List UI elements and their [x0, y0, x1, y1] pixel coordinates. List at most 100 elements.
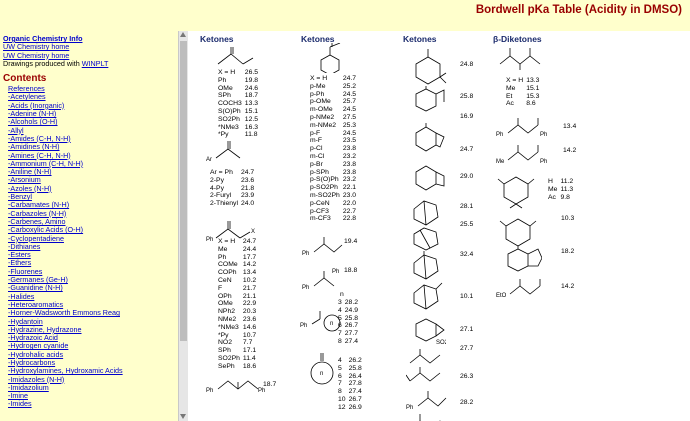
row-label: NPh2 — [218, 308, 236, 316]
pka-value: 24.7 — [342, 75, 357, 82]
row-label: *NMe3 — [218, 123, 239, 131]
contents-list-item: -Azoles (N-H) — [8, 184, 178, 193]
row-label: Ac — [506, 100, 514, 108]
table-row: p-Ph 24.5 — [310, 91, 359, 99]
row-label: p-CF3 — [310, 207, 329, 215]
row-label: 4 — [338, 306, 342, 314]
row-label: NO2 — [218, 339, 232, 347]
col2-n-label: n — [340, 291, 344, 298]
table-row: Me 15.1 — [506, 85, 542, 93]
row-label: p-Ph — [310, 90, 325, 98]
col1-table-2: Ar = Ph 24.7 2-Py 23.6 4-Py 21.8 2-Furyl 23.9 2-… — [210, 169, 257, 208]
table-row: COPh 13.4 — [218, 269, 259, 277]
row-label: p-Me — [310, 82, 326, 90]
col2-value-2: 18.8 — [344, 267, 358, 274]
scroll-up-icon[interactable] — [180, 32, 186, 37]
bicyclooctanone-structure-icon — [413, 227, 439, 251]
row-label: Me — [218, 245, 228, 253]
pka-value: 18.7 — [244, 92, 259, 100]
column-heading-ketones-2: Ketones — [301, 34, 335, 44]
row-label: OMe — [218, 300, 233, 308]
pka-value: 23.2 — [342, 152, 357, 160]
table-row: p-Me 25.2 — [310, 83, 359, 91]
contents-heading: Contents — [3, 73, 47, 85]
table-row: p-OMe 25.7 — [310, 98, 359, 106]
row-label: COMe — [218, 261, 238, 269]
sidebar-scrollbar[interactable] — [178, 31, 188, 421]
row-label: m-OMe — [310, 106, 333, 114]
col2-value-1: 19.4 — [344, 238, 358, 245]
pka-value: 7.7 — [242, 339, 253, 347]
col3-pka-value: 28.1 — [460, 203, 474, 210]
table-row: 7 27.8 — [338, 380, 365, 388]
tetralone-structure-icon — [415, 86, 445, 112]
pka-value: 10.7 — [242, 331, 257, 339]
row-label: SPh — [218, 347, 231, 355]
table-row: X = H 26.5 — [218, 69, 261, 77]
pka-value: 28.2 — [344, 299, 359, 306]
diisopropyl-ketone-structure-icon — [419, 414, 441, 421]
row-label: 12 — [338, 403, 346, 411]
table-row: 4 24.9 — [338, 307, 361, 315]
benzoylacetone-structure-icon: Me Ph — [496, 145, 547, 165]
row-label: X = H — [310, 75, 328, 82]
pka-value: 24.5 — [342, 106, 357, 114]
table-row: *Py 10.7 — [218, 332, 259, 340]
contents-list: References -Acetylenes -Acids (Inorganic) -… — [0, 85, 178, 409]
table-row: 2-Furyl 23.9 — [210, 192, 257, 200]
contents-link[interactable]: -Imides — [8, 399, 32, 408]
indanone-structure-icon — [415, 123, 445, 152]
row-label: H — [548, 178, 553, 185]
pka-value: 25.8 — [344, 314, 359, 322]
pka-value: 24.0 — [240, 200, 255, 208]
table-row: X = H 13.3 — [506, 77, 542, 85]
pka-value: 17.7 — [242, 253, 257, 261]
table-row: NPh2 20.3 — [218, 308, 259, 316]
svg-text:Ph: Ph — [302, 251, 309, 257]
col3-pka-value: 16.9 — [460, 113, 474, 120]
scroll-down-icon[interactable] — [180, 414, 186, 419]
row-label: 10 — [338, 395, 346, 403]
pka-value: 10.2 — [242, 276, 257, 284]
col2-table-3: 4 26.2 5 25.8 6 26.4 7 27.8 8 27.4 10 26.7 12 26.9 — [338, 357, 365, 412]
col3-pka-value: 26.3 — [460, 373, 474, 380]
row-label: 3 — [338, 299, 342, 306]
row-label: p-SO2Ph — [310, 184, 338, 192]
table-row: 12 26.9 — [338, 404, 365, 412]
table-row: m-CF3 22.8 — [310, 215, 359, 223]
table-row: 3 28.2 — [338, 299, 361, 307]
pka-value: 26.7 — [348, 395, 362, 403]
diphenyl-ketone-structure-icon: Ph Ph — [206, 380, 265, 394]
pka-value: 27.7 — [344, 330, 359, 338]
row-label: F — [218, 284, 223, 292]
table-row: 2-Thienyl 24.0 — [210, 200, 257, 208]
row-label: COCH3 — [218, 100, 242, 108]
pka-value: 11.8 — [244, 131, 258, 139]
table-row: NO2 7.7 — [218, 339, 259, 347]
row-label: X = H — [218, 238, 236, 245]
link-winplt[interactable]: WINPLT — [82, 59, 109, 68]
acetyl-x-structure-icon — [217, 47, 254, 65]
col3-pka-value: 27.1 — [460, 326, 474, 333]
pka-value: 24.4 — [242, 245, 257, 253]
row-label: S(O)Ph — [218, 107, 241, 115]
col1-table-3: X = H 24.7 Me 24.4 Ph 17.7 COMe 14.2 COPh 13.4 CeN… — [218, 238, 259, 371]
row-label: Ar = Ph — [210, 169, 233, 176]
pka-value: 26.4 — [348, 372, 362, 380]
table-row: F 21.7 — [218, 285, 259, 293]
svg-text:Ph: Ph — [302, 285, 309, 291]
pka-value: 21.1 — [242, 292, 257, 300]
col3-pka-value: 25.5 — [460, 221, 474, 228]
pka-value: 22.9 — [242, 300, 257, 308]
col2-table-2: 3 28.2 4 24.9 5 25.8 6 26.7 7 27.7 8 27.4 — [338, 299, 361, 346]
pka-value: 21.8 — [240, 184, 255, 192]
scroll-thumb[interactable] — [180, 41, 187, 341]
col3-pka-value: 24.8 — [460, 61, 474, 68]
contents-list-item: -Dithianes — [8, 242, 178, 251]
table-row: Ac 8.6 — [506, 100, 542, 108]
row-label: p-F — [310, 129, 321, 137]
table-row: p-SPh 23.8 — [310, 169, 359, 177]
ethyl-acetoacetate-structure-icon: EtO — [496, 279, 541, 299]
pka-value: 26.9 — [348, 403, 362, 411]
table-row: Ar = Ph 24.7 — [210, 169, 257, 177]
